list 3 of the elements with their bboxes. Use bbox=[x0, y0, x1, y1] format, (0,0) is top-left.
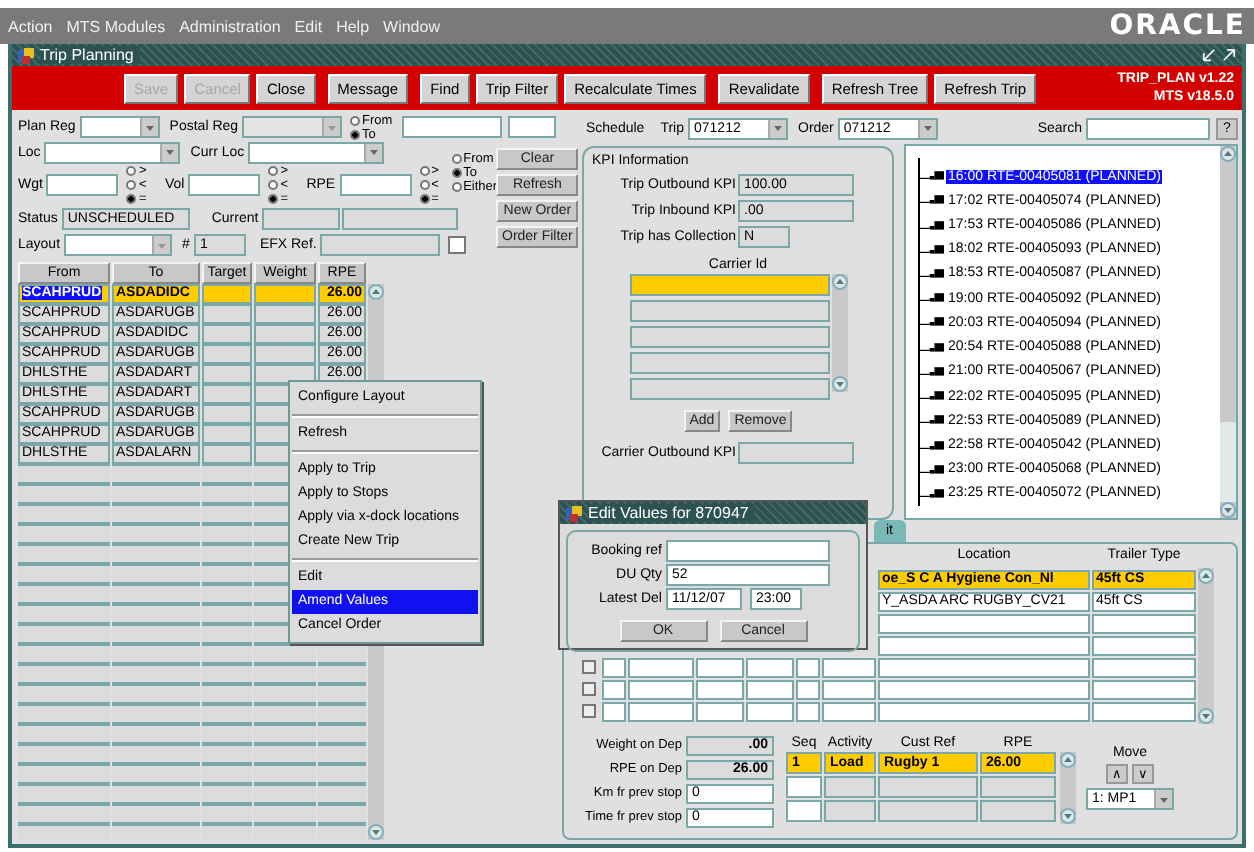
dialog-title: Edit Values for 870947 bbox=[588, 504, 755, 522]
window-title: Trip Planning bbox=[40, 46, 140, 64]
logo: ORACLE bbox=[1109, 10, 1246, 42]
